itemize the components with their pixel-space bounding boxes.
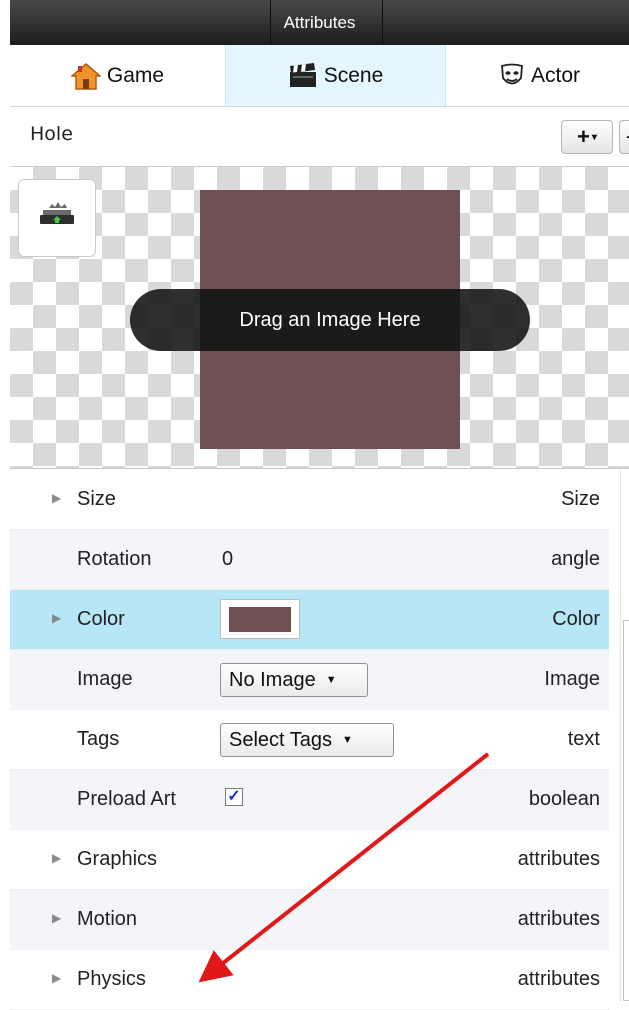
attribute-type: attributes <box>517 848 600 870</box>
attribute-label: Graphics <box>77 848 158 870</box>
attribute-type: boolean <box>528 788 600 810</box>
inspector-tabs: Game Scene Actor <box>10 45 629 107</box>
drop-hint: Drag an Image Here <box>130 289 530 351</box>
chevron-down-icon: ▾ <box>591 131 597 143</box>
attribute-row-size[interactable]: ▶ Size Size <box>10 470 609 530</box>
attribute-row-rotation[interactable]: Rotation 0 angle <box>10 530 609 590</box>
attribute-type: text <box>567 728 600 750</box>
attribute-row-graphics[interactable]: ▶ Graphics attributes <box>10 830 609 890</box>
tab-game-label: Game <box>106 63 165 87</box>
attribute-row-physics[interactable]: ▶ Physics attributes <box>10 950 609 1010</box>
color-swatch-fill <box>229 607 291 632</box>
attribute-label: Image <box>77 668 133 690</box>
attribute-list-scrollbar[interactable] <box>620 470 629 1001</box>
attribute-label: Color <box>77 608 125 630</box>
dropdown-arrow-icon: ▼ <box>342 734 353 746</box>
plus-label: + <box>577 124 590 149</box>
attribute-row-motion[interactable]: ▶ Motion attributes <box>10 890 609 950</box>
window-title: Attributes <box>283 13 356 32</box>
dropdown-arrow-icon: ▼ <box>325 674 337 686</box>
scrollbar-thumb[interactable] <box>623 620 629 1001</box>
expand-arrow-icon[interactable]: ▶ <box>52 911 61 925</box>
upload-tray-icon <box>40 202 74 224</box>
actor-header: Hole +▾ - <box>10 106 629 166</box>
attribute-row-image[interactable]: Image No Image ▼ Image <box>10 650 609 710</box>
tab-scene[interactable]: Scene <box>225 45 446 106</box>
home-icon <box>70 62 101 90</box>
tags-select[interactable]: Select Tags ▼ <box>220 723 394 757</box>
attribute-label: Rotation <box>77 548 152 570</box>
color-picker[interactable] <box>220 599 300 639</box>
tab-actor-label: Actor <box>530 63 580 87</box>
attribute-type: attributes <box>517 908 600 930</box>
expand-arrow-icon[interactable]: ▶ <box>52 851 61 865</box>
attribute-type: attributes <box>517 968 600 990</box>
attribute-label: Physics <box>77 968 146 990</box>
attribute-type: Color <box>552 608 600 630</box>
attribute-row-preload-art[interactable]: Preload Art ✓ boolean <box>10 770 609 830</box>
attribute-label: Size <box>77 488 116 510</box>
attribute-label: Tags <box>77 728 120 750</box>
upload-image-button[interactable] <box>18 179 96 257</box>
tab-scene-label: Scene <box>323 63 384 87</box>
tags-select-value: Select Tags <box>229 728 333 751</box>
remove-attribute-button[interactable]: - <box>619 120 629 154</box>
preload-art-checkbox[interactable]: ✓ <box>225 788 243 806</box>
expand-arrow-icon[interactable]: ▶ <box>52 611 61 625</box>
image-drop-zone[interactable]: Drag an Image Here <box>10 166 629 469</box>
actor-name: Hole <box>30 123 73 145</box>
rotation-value[interactable]: 0 <box>222 548 233 571</box>
expand-arrow-icon[interactable]: ▶ <box>52 491 61 505</box>
attribute-list: ▶ Size Size Rotation 0 angle ▶ Color Col… <box>10 470 609 1010</box>
attribute-type: Size <box>561 488 600 510</box>
attribute-type: Image <box>544 668 600 690</box>
theater-mask-icon <box>501 63 523 84</box>
attributes-title-bar: Attributes <box>10 0 629 45</box>
attribute-row-tags[interactable]: Tags Select Tags ▼ text <box>10 710 609 770</box>
attribute-label: Preload Art <box>77 788 176 810</box>
tab-actor[interactable]: Actor <box>450 45 629 106</box>
attribute-type: angle <box>551 548 600 570</box>
attribute-row-color[interactable]: ▶ Color Color <box>10 590 609 650</box>
tab-game[interactable]: Game <box>10 45 225 106</box>
add-attribute-button[interactable]: + ▾ <box>561 120 613 154</box>
attribute-label: Motion <box>77 908 138 930</box>
image-select[interactable]: No Image ▼ <box>220 663 368 697</box>
clapperboard-icon <box>289 62 316 87</box>
image-select-value: No Image <box>229 668 316 691</box>
expand-arrow-icon[interactable]: ▶ <box>52 971 61 985</box>
